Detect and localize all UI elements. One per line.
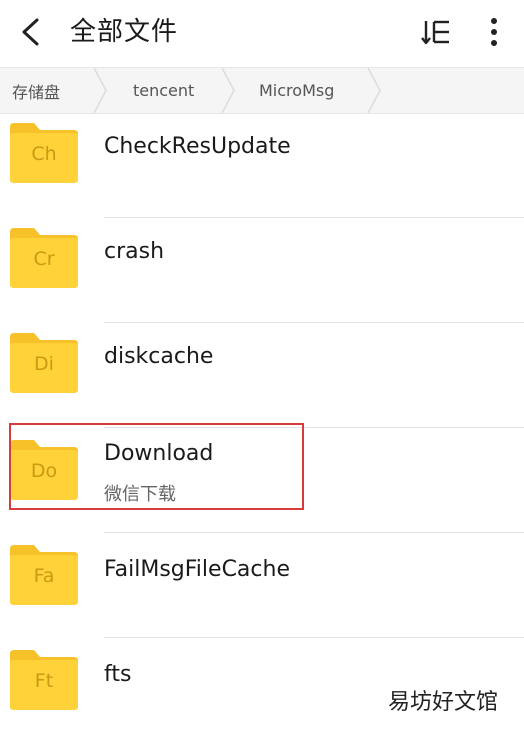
highlight-box	[9, 423, 304, 510]
sort-button[interactable]	[418, 14, 454, 50]
list-item[interactable]: Cr crash	[0, 218, 524, 323]
page-title: 全部文件	[70, 17, 179, 47]
breadcrumb-item-micromsg[interactable]: MicroMsg	[259, 68, 334, 113]
more-vertical-icon	[491, 18, 497, 46]
folder-abbr: Di	[34, 353, 54, 375]
breadcrumb-separator-icon	[221, 68, 235, 113]
list-item[interactable]: Di diskcache	[0, 323, 524, 428]
file-name: diskcache	[104, 344, 214, 369]
list-item[interactable]: Ch CheckResUpdate	[0, 113, 524, 218]
breadcrumb-separator-icon	[93, 68, 107, 113]
file-name: fts	[104, 662, 132, 687]
breadcrumb-item-tencent[interactable]: tencent	[133, 68, 194, 113]
file-name: CheckResUpdate	[104, 134, 291, 159]
more-options-button[interactable]	[476, 14, 512, 50]
folder-icon: Fa	[10, 543, 78, 605]
breadcrumb-item-storage[interactable]: 存储盘	[12, 68, 60, 113]
folder-icon: Di	[10, 331, 78, 393]
breadcrumb: 存储盘 tencent MicroMsg	[0, 67, 524, 114]
sort-list-icon	[421, 20, 449, 45]
file-name: crash	[104, 239, 165, 264]
folder-icon: Cr	[10, 226, 78, 288]
app-bar: 全部文件	[0, 0, 524, 64]
file-manager-screen: 全部文件 存储盘 tencent MicroMsg Ch CheckResUpd…	[0, 0, 524, 730]
watermark: 易坊好文馆	[387, 690, 498, 715]
folder-icon: Ch	[10, 121, 78, 183]
chevron-left-icon	[22, 18, 39, 46]
file-name: FailMsgFileCache	[104, 557, 290, 582]
back-button[interactable]	[12, 14, 48, 50]
folder-icon: Ft	[10, 648, 78, 710]
folder-abbr: Ch	[31, 143, 57, 165]
folder-abbr: Ft	[34, 670, 54, 692]
list-item[interactable]: Fa FailMsgFileCache	[0, 533, 524, 638]
folder-abbr: Fa	[33, 565, 55, 587]
breadcrumb-separator-icon	[367, 68, 381, 113]
folder-abbr: Cr	[33, 248, 55, 270]
